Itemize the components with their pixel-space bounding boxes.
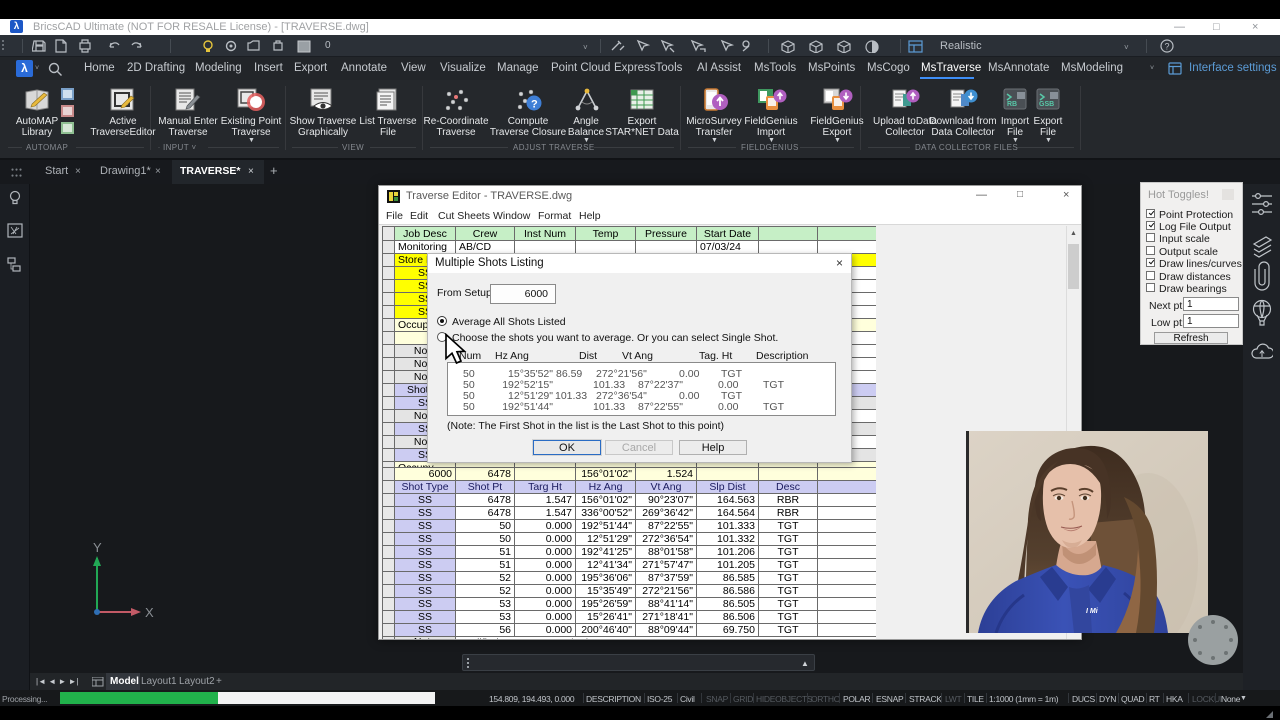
- svg-text:GSB: GSB: [1039, 101, 1054, 108]
- svg-text:Y: Y: [93, 540, 102, 555]
- svg-text:?: ?: [1165, 42, 1170, 52]
- svg-text:X: X: [145, 605, 154, 620]
- svg-text:RB: RB: [1007, 101, 1017, 108]
- svg-text:?: ?: [531, 99, 538, 111]
- svg-text:I Mi: I Mi: [1086, 608, 1099, 615]
